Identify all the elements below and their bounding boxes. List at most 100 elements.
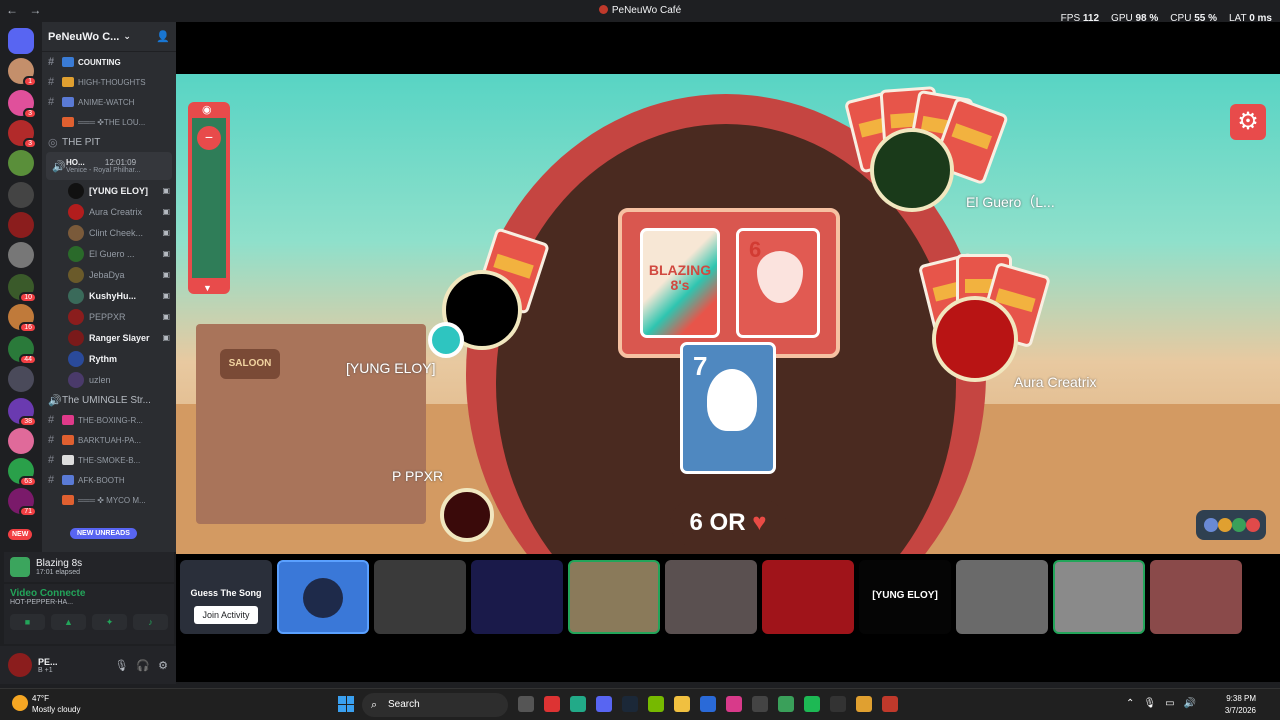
avatar[interactable] <box>8 653 32 677</box>
category-lounge[interactable]: ═══ ✜THE LOU... <box>42 112 176 132</box>
home-button[interactable] <box>8 28 34 54</box>
xbox-icon[interactable] <box>570 696 586 712</box>
app-icon[interactable] <box>856 696 872 712</box>
server-icon[interactable]: 16 <box>8 304 37 333</box>
hand-card[interactable]: 7 <box>680 342 776 474</box>
participant-tile[interactable] <box>1053 560 1145 634</box>
mic-icon[interactable]: 🎙 <box>114 659 128 672</box>
camera-button[interactable]: ■ <box>10 614 45 630</box>
activity-tile[interactable]: Guess The Song Join Activity <box>180 560 272 634</box>
voice-user[interactable]: Ranger Slayer ▣ <box>42 327 176 348</box>
activity-panel[interactable]: Blazing 8s 17:01 elapsed <box>4 552 174 582</box>
outlook-icon[interactable] <box>700 696 716 712</box>
start-button[interactable] <box>338 696 354 712</box>
task-view-icon[interactable] <box>518 696 534 712</box>
store-icon[interactable] <box>752 696 768 712</box>
headphones-icon[interactable]: 🎧 <box>136 659 150 672</box>
server-icon[interactable] <box>8 428 34 454</box>
channel-anime-watch[interactable]: # ANIME-WATCH <box>42 92 176 112</box>
terminal-icon[interactable] <box>830 696 846 712</box>
server-icon[interactable] <box>8 212 34 238</box>
join-activity-button[interactable]: Join Activity <box>194 606 258 624</box>
server-icon[interactable] <box>8 150 34 176</box>
voice-user[interactable]: El Guero ... ▣ <box>42 243 176 264</box>
gear-icon[interactable]: ⚙ <box>158 659 168 672</box>
participant-tile[interactable] <box>762 560 854 634</box>
chevron-up-icon[interactable]: ⌃ <box>1126 698 1134 709</box>
game-settings-button[interactable]: ⚙ <box>1230 104 1266 140</box>
server-icon[interactable] <box>8 242 34 268</box>
chevron-down-icon[interactable]: ▼ <box>203 283 212 293</box>
voice-user[interactable]: Aura Creatrix ▣ <box>42 201 176 222</box>
server-icon[interactable] <box>8 366 34 392</box>
voice-user[interactable]: KushyHu... ▣ <box>42 285 176 306</box>
game-canvas[interactable]: SALOON BLAZING 8's 6 7 6 OR ♥ [YUNG ELOY… <box>176 74 1280 554</box>
category-myco[interactable]: ═══ ✜ MYCO M... <box>42 490 176 510</box>
channel-counting[interactable]: # COUNTING <box>42 52 176 72</box>
person-add-icon[interactable]: 👤 <box>156 30 170 43</box>
app-icon[interactable] <box>882 696 898 712</box>
participant-tile[interactable] <box>277 560 369 634</box>
server-icon[interactable] <box>8 182 34 208</box>
voice-user[interactable]: PEPPXR ▣ <box>42 306 176 327</box>
mic-icon[interactable]: 🎙 <box>1143 698 1156 709</box>
spotify-icon[interactable] <box>804 696 820 712</box>
category-umingle[interactable]: 🔊 The UMINGLE Str... <box>42 390 176 410</box>
channel-high-thoughts[interactable]: # HIGH-THOUGHTS <box>42 72 176 92</box>
opera-icon[interactable] <box>544 696 560 712</box>
participant-strip: Guess The Song Join Activity [YUNG ELOY] <box>180 560 1242 636</box>
channel-barktuah[interactable]: # BARKTUAH-PA... <box>42 430 176 450</box>
copilot-icon[interactable] <box>726 696 742 712</box>
player-name: P PPXR <box>392 468 444 484</box>
participant-tile[interactable] <box>665 560 757 634</box>
app-icon[interactable] <box>778 696 794 712</box>
voice-user[interactable]: JebaDya ▣ <box>42 264 176 285</box>
discord-icon[interactable] <box>596 696 612 712</box>
server-icon[interactable]: 10 <box>8 274 37 303</box>
participant-tile[interactable] <box>568 560 660 634</box>
channel-smoke[interactable]: # THE-SMOKE-B... <box>42 450 176 470</box>
emote-button[interactable] <box>1196 510 1266 540</box>
minus-button[interactable]: − <box>197 126 221 150</box>
activities-button[interactable]: ✦ <box>92 614 127 630</box>
server-header[interactable]: PeNeuWo C... ⌄ 👤 <box>42 22 176 52</box>
voice-user[interactable]: Rythm <box>42 348 176 369</box>
taskbar-search[interactable]: ⌕ Search <box>362 693 508 717</box>
clock[interactable]: 9:38 PM 3/7/2026 <box>1225 693 1256 717</box>
voice-channel-active[interactable]: 🔊 HO... 12:01:09 Venice - Royal Philhar.… <box>46 152 172 180</box>
participant-tile[interactable]: [YUNG ELOY] <box>859 560 951 634</box>
soundboard-button[interactable]: ♪ <box>133 614 168 630</box>
voice-user[interactable]: [YUNG ELOY] ▣ <box>42 180 176 201</box>
draw-pile[interactable]: BLAZING 8's <box>640 228 720 338</box>
server-icon[interactable]: 44 <box>8 336 37 365</box>
server-icon[interactable]: 71 <box>8 488 37 517</box>
server-icon[interactable]: 63 <box>8 458 37 487</box>
nvidia-icon[interactable] <box>648 696 664 712</box>
screen-share-button[interactable]: ▲ <box>51 614 86 630</box>
volume-icon[interactable]: 🔊 <box>1184 698 1196 709</box>
new-unreads-button[interactable]: NEW UNREADS <box>70 528 137 539</box>
player-avatar[interactable] <box>870 128 954 212</box>
player-avatar[interactable] <box>440 488 494 542</box>
channel-afk[interactable]: # AFK-BOOTH <box>42 470 176 490</box>
voice-channel-name[interactable]: HOT-PEPPER-HA... <box>10 599 168 606</box>
weather-widget[interactable]: 47°F Mostly cloudy <box>10 693 80 715</box>
participant-tile[interactable] <box>374 560 466 634</box>
voice-user[interactable]: uzlen <box>42 369 176 390</box>
participant-tile[interactable] <box>1150 560 1242 634</box>
participant-tile[interactable] <box>956 560 1048 634</box>
display-icon[interactable]: ▭ <box>1165 698 1174 709</box>
weather-icon <box>12 695 28 711</box>
player-avatar[interactable] <box>932 296 1018 382</box>
eye-icon[interactable]: ◉ <box>202 103 212 116</box>
steam-icon[interactable] <box>622 696 638 712</box>
server-icon[interactable]: 3 <box>8 90 37 119</box>
voice-user[interactable]: Clint Cheek... ▣ <box>42 222 176 243</box>
folder-icon[interactable] <box>674 696 690 712</box>
category-the-pit[interactable]: ◎ THE PIT <box>42 132 176 152</box>
channel-boxing[interactable]: # THE-BOXING-R... <box>42 410 176 430</box>
server-icon[interactable]: 1 <box>8 58 37 87</box>
server-icon[interactable]: 38 <box>8 398 37 427</box>
participant-tile[interactable] <box>471 560 563 634</box>
server-icon[interactable]: 3 <box>8 120 37 149</box>
